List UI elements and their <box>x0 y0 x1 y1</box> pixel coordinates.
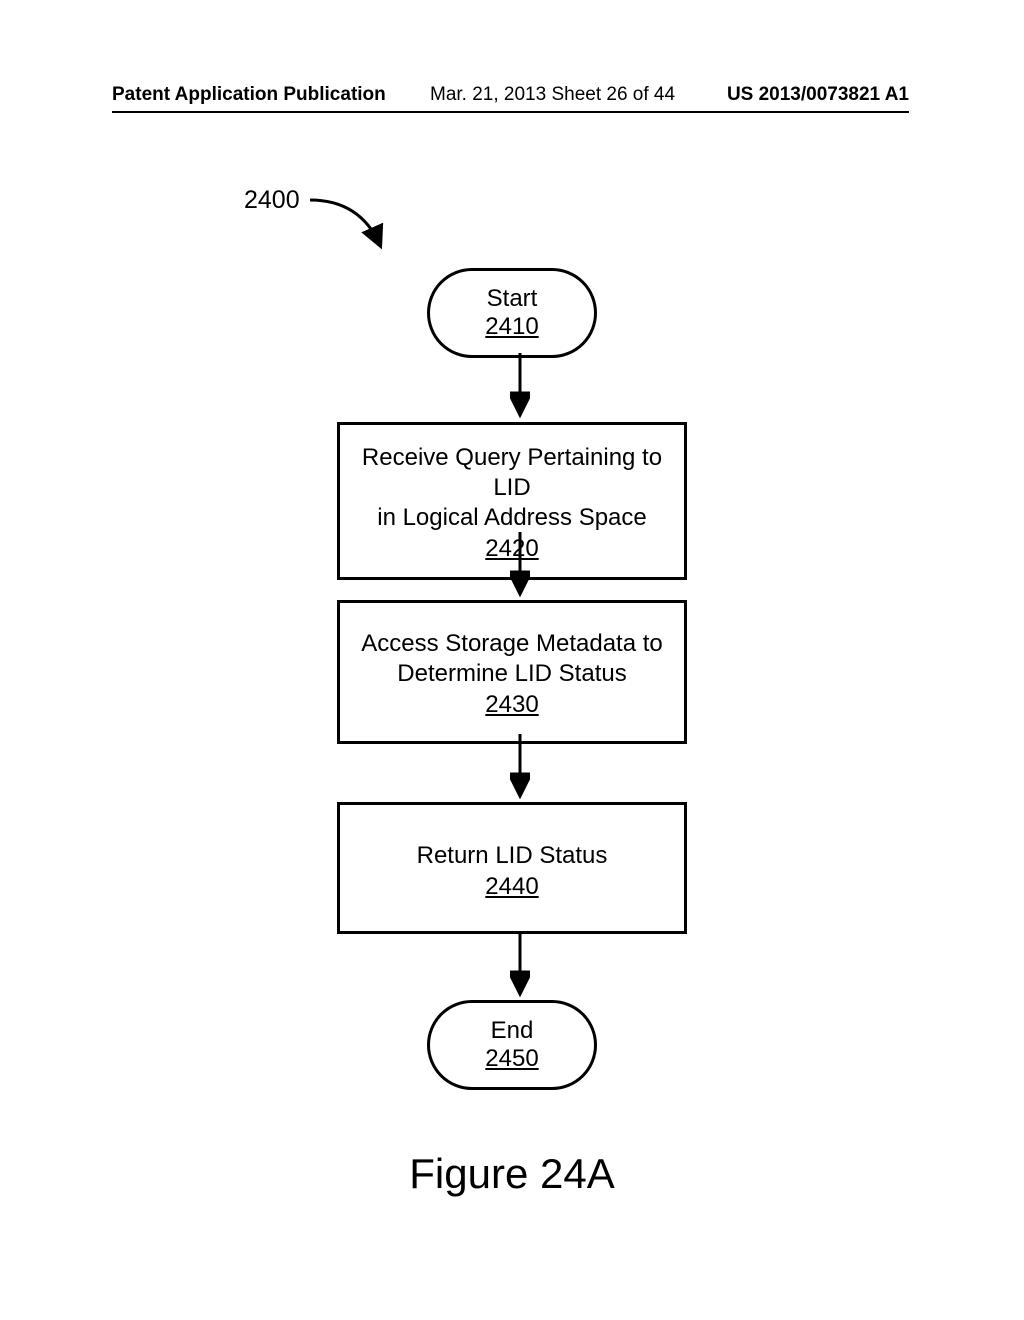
return-line1: Return LID Status <box>350 841 674 871</box>
start-node: Start 2410 <box>427 268 597 358</box>
arrow-icon <box>510 353 530 423</box>
header-right: US 2013/0073821 A1 <box>727 84 909 106</box>
access-num: 2430 <box>350 691 674 719</box>
callout-label: 2400 <box>244 186 300 215</box>
header-mid: Mar. 21, 2013 Sheet 26 of 44 <box>430 84 675 106</box>
arrow-icon <box>510 734 530 804</box>
header-left: Patent Application Publication <box>112 84 386 106</box>
callout-arrow-icon <box>300 190 400 270</box>
end-title: End <box>472 1017 552 1045</box>
figure-caption: Figure 24A <box>409 1150 614 1198</box>
page-header: Patent Application Publication Mar. 21, … <box>0 84 1024 114</box>
receive-line2: in Logical Address Space <box>350 503 674 533</box>
end-node: End 2450 <box>427 1000 597 1090</box>
access-line1: Access Storage Metadata to <box>350 629 674 659</box>
return-num: 2440 <box>350 873 674 901</box>
access-node: Access Storage Metadata to Determine LID… <box>337 600 687 744</box>
page: Patent Application Publication Mar. 21, … <box>0 0 1024 1320</box>
arrow-icon <box>510 532 530 602</box>
arrow-icon <box>510 932 530 1002</box>
return-node: Return LID Status 2440 <box>337 802 687 934</box>
receive-line1: Receive Query Pertaining to LID <box>350 443 674 503</box>
access-line2: Determine LID Status <box>350 659 674 689</box>
header-rule <box>112 111 909 113</box>
start-num: 2410 <box>472 313 552 341</box>
end-num: 2450 <box>472 1045 552 1073</box>
start-title: Start <box>472 285 552 313</box>
